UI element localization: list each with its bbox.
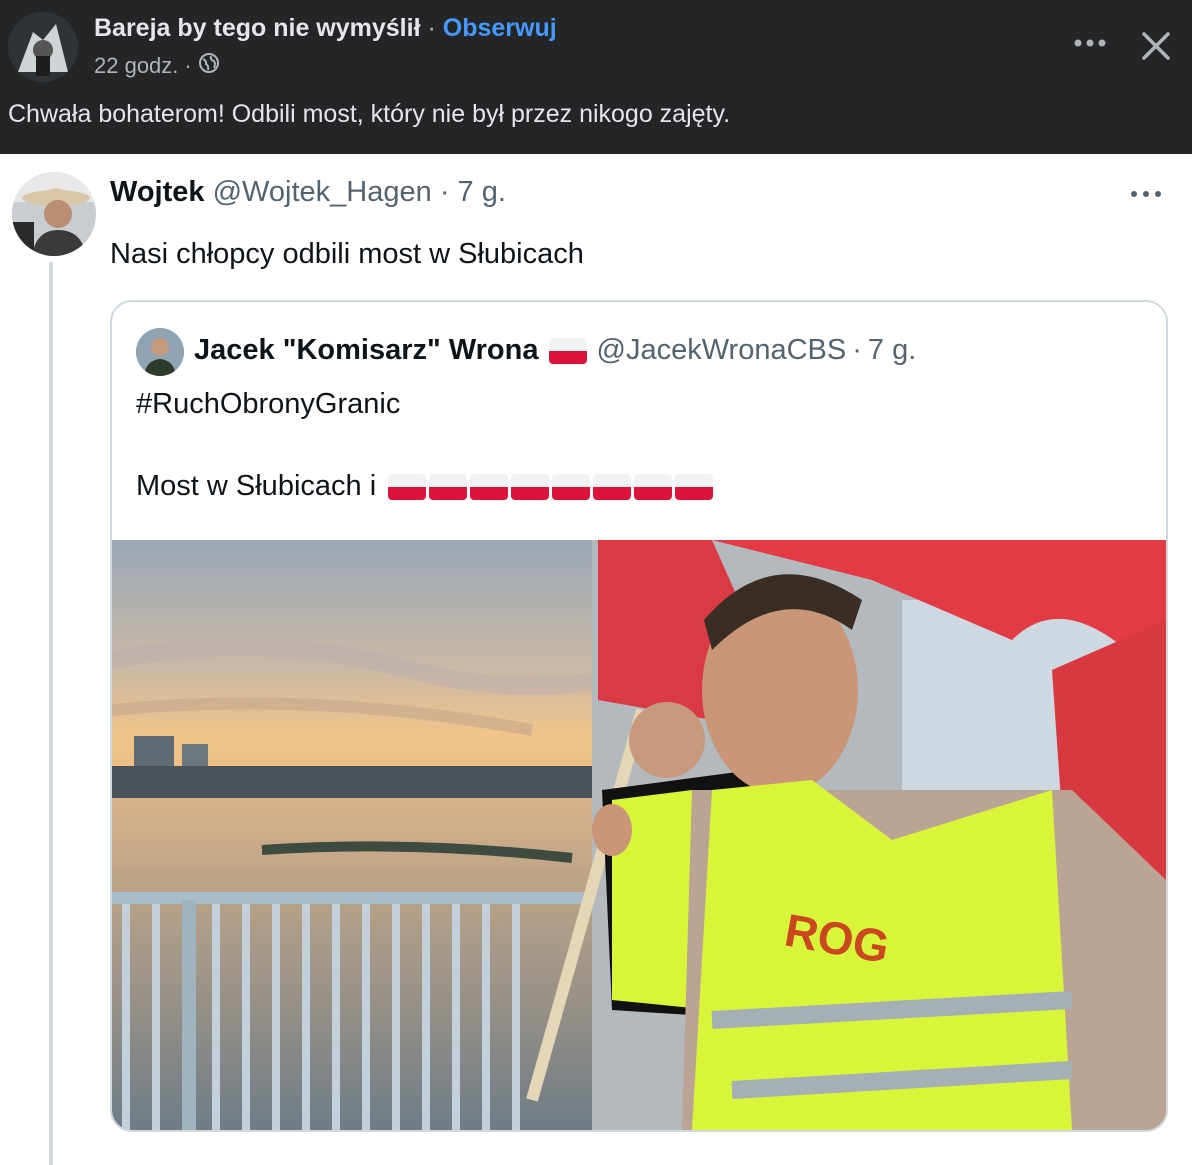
- quoted-author-handle: @JacekWronaCBS: [596, 334, 847, 366]
- page-name-line: Bareja by tego nie wymyślił · Obserwuj: [94, 14, 557, 43]
- flag-poland-icon: [511, 473, 550, 500]
- quoted-author-avatar: [136, 328, 184, 376]
- flag-poland-icon: [593, 473, 632, 500]
- page-name-link[interactable]: Bareja by tego nie wymyślił: [94, 14, 421, 42]
- tweet-time: 7 g.: [457, 176, 506, 208]
- quoted-tweet-header: Jacek "Komisarz" Wrona @JacekWronaCBS · …: [194, 334, 916, 367]
- tweet-header: Wojtek @Wojtek_Hagen · 7 g.: [110, 176, 506, 209]
- quoted-text-line: Most w Słubicach i: [136, 470, 714, 503]
- flag-poland-icon: [470, 473, 509, 500]
- quoted-tweet-time: 7 g.: [867, 334, 917, 366]
- facebook-post-header: Bareja by tego nie wymyślił · Obserwuj 2…: [0, 0, 1192, 154]
- quoted-text: Most w Słubicach i: [136, 470, 377, 502]
- separator-dot: ·: [427, 14, 436, 42]
- quoted-author-name: Jacek "Komisarz" Wrona: [194, 334, 539, 366]
- more-icon: [1128, 184, 1164, 204]
- quoted-hashtag: #RuchObronyGranic: [136, 388, 401, 420]
- flag-poland-icon: [429, 473, 468, 500]
- flag-poland-icon: [548, 337, 587, 364]
- quoted-time-separator: ·: [852, 334, 862, 366]
- close-icon[interactable]: [1136, 26, 1176, 66]
- thread-line: [49, 262, 53, 1165]
- tweet-author-avatar: [12, 172, 96, 256]
- globe-icon: [198, 52, 220, 80]
- quoted-tweet-card: Jacek "Komisarz" Wrona @JacekWronaCBS · …: [110, 300, 1168, 1132]
- flag-poland-icon: [552, 473, 591, 500]
- tweet-author-name: Wojtek: [110, 176, 205, 208]
- flag-poland-icon: [675, 473, 714, 500]
- tweet-text: Nasi chłopcy odbili most w Słubicach: [110, 238, 584, 270]
- post-time-link[interactable]: 22 godz.: [94, 53, 178, 79]
- post-text: Chwała bohaterom! Odbili most, który nie…: [8, 100, 731, 128]
- quoted-photo: ROG: [112, 540, 1166, 1130]
- tweet-author-handle: @Wojtek_Hagen: [212, 176, 432, 208]
- flag-row: [388, 473, 714, 500]
- flag-poland-icon: [634, 473, 673, 500]
- more-icon[interactable]: [1070, 28, 1110, 58]
- flag-poland-icon: [388, 473, 427, 500]
- follow-button[interactable]: Obserwuj: [443, 14, 557, 42]
- meta-separator: ·: [184, 53, 192, 78]
- page-avatar[interactable]: [8, 12, 78, 82]
- post-meta: 22 godz. ·: [94, 52, 220, 80]
- tweet-time-separator: ·: [439, 176, 450, 208]
